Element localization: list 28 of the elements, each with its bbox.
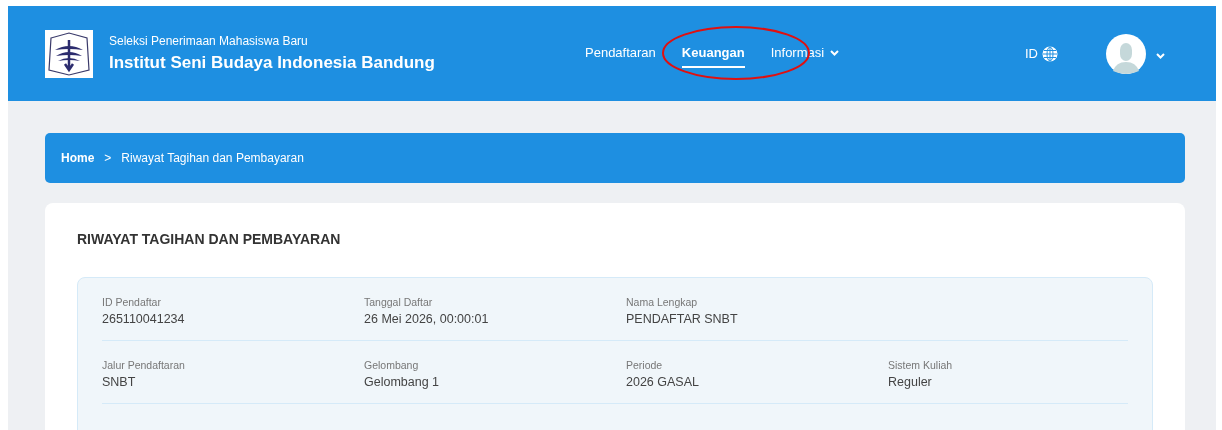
breadcrumb-link[interactable]: Home [61,151,95,165]
field-value: PENDAFTAR SNBT [626,312,738,326]
field-label: ID Pendaftar [102,296,161,308]
field-label: Nama Lengkap [626,296,698,308]
header-title: Institut Seni Budaya Indonesia Bandung [109,53,435,73]
field-value: 265110041234 [102,312,185,326]
field-value: Gelombang 1 [364,375,440,389]
breadcrumb-separator: > [104,151,112,165]
field-value: 2026 GASAL [626,375,699,389]
field-label: Periode [626,359,663,371]
language-button[interactable]: ID [1025,45,1058,62]
chevron-down-icon [830,49,840,56]
globe-icon [1042,45,1058,62]
field-value: Reguler [888,375,932,389]
institute-logo [45,29,93,78]
field-label: Jalur Pendaftaran [102,359,185,371]
breadcrumb-link[interactable]: Riwayat Tagihan dan Pembayaran [121,151,304,165]
header-subtitle: Seleksi Penerimaan Mahasiswa Baru [109,34,309,48]
field-label: Gelombang [364,359,419,371]
field-label: Sistem Kuliah [888,359,953,371]
field-value: SNBT [102,375,136,389]
nav-link[interactable]: Pendaftaran [585,39,656,68]
field-value: 26 Mei 2026, 00:00:01 [364,312,489,326]
nav-link[interactable]: Keuangan [681,39,745,68]
field-label: Tanggal Daftar [364,296,433,308]
chevron-down-icon [1156,52,1165,59]
avatar-icon[interactable] [1106,33,1146,74]
card-title: RIWAYAT TAGIHAN DAN PEMBAYARAN [77,231,342,247]
